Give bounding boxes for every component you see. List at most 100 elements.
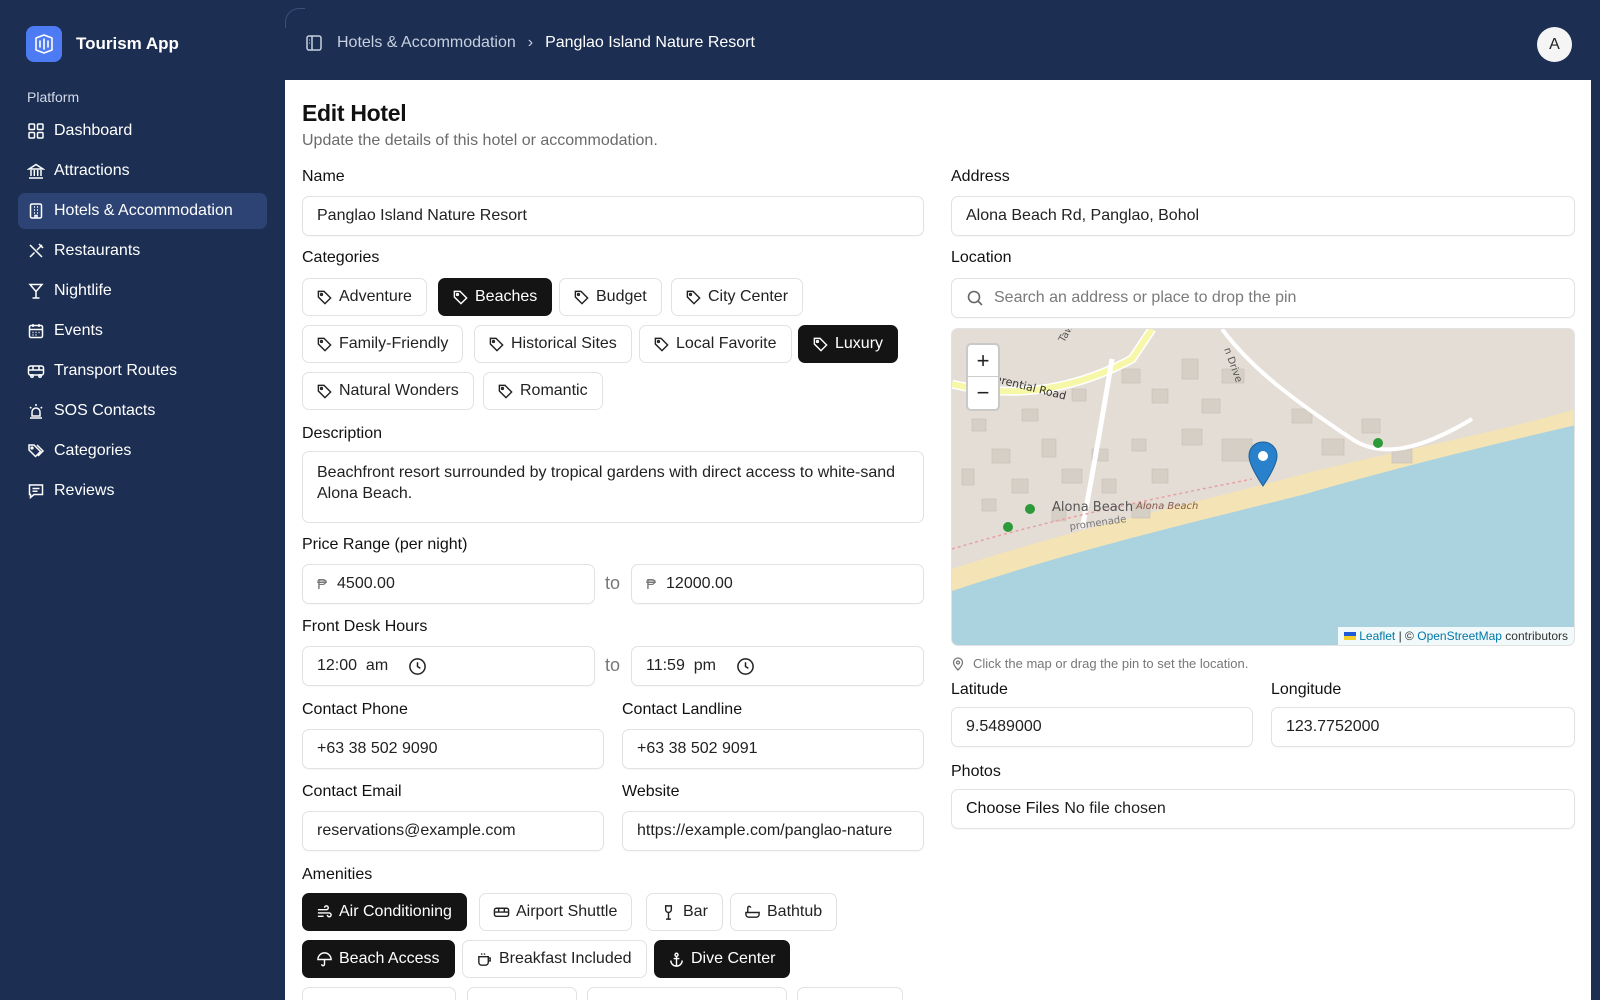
category-chip-family-friendly[interactable]: Family-Friendly — [302, 325, 464, 363]
choose-files-button[interactable]: Choose Files — [966, 800, 1059, 818]
latitude-input[interactable]: 9.5489000 — [951, 707, 1253, 747]
sidebar-item-label: Hotels & Accommodation — [54, 202, 233, 219]
category-chip-historical-sites[interactable]: Historical Sites — [474, 325, 632, 363]
sidebar-nav: Dashboard Attractions Hotels & Accommoda… — [18, 113, 267, 513]
wine-icon — [664, 904, 673, 920]
sidebar-item-label: Restaurants — [54, 242, 141, 259]
price-min-input[interactable]: ₱ 4500.00 — [302, 564, 595, 604]
location-map[interactable]: Alona Beach Alona Beach promenade Ferfer… — [951, 328, 1575, 646]
amenity-chip-bathtub[interactable]: Bathtub — [730, 893, 838, 931]
zoom-in-button[interactable]: + — [968, 345, 998, 377]
landline-label: Contact Landline — [622, 701, 743, 718]
map-zoom-controls: + − — [966, 343, 1000, 411]
sidebar-item-transport[interactable]: Transport Routes — [18, 353, 267, 389]
tag-icon — [317, 290, 332, 305]
sidebar-item-categories[interactable]: Categories — [18, 433, 267, 469]
tag-icon — [317, 337, 332, 352]
wind-icon — [317, 904, 332, 917]
category-chip-beaches[interactable]: Beaches — [438, 278, 553, 316]
sidebar-item-dashboard[interactable]: Dashboard — [18, 113, 267, 149]
search-icon — [967, 290, 983, 306]
map-label-place-2: Alona Beach — [1135, 501, 1198, 512]
landline-input[interactable]: +63 38 502 9091 — [622, 729, 924, 769]
tag-icon — [453, 290, 468, 305]
name-input[interactable]: Panglao Island Nature Resort — [302, 196, 924, 236]
amenity-chip-bar[interactable]: Bar — [646, 893, 723, 931]
sidebar-item-label: SOS Contacts — [54, 402, 156, 419]
amenity-chip-partial[interactable] — [797, 987, 903, 1000]
tags-icon — [28, 444, 45, 458]
breadcrumb-current: Panglao Island Nature Resort — [545, 34, 755, 51]
sidebar-item-sos[interactable]: SOS Contacts — [18, 393, 267, 429]
map-pin-icon[interactable] — [1248, 441, 1278, 487]
website-input[interactable]: https://example.com/panglao-nature — [622, 811, 924, 851]
sidebar-item-restaurants[interactable]: Restaurants — [18, 233, 267, 269]
attribution-suffix: contributors — [1505, 629, 1568, 643]
sidebar-item-hotels[interactable]: Hotels & Accommodation — [18, 193, 267, 229]
leaflet-link[interactable]: Leaflet — [1359, 629, 1395, 643]
photos-file-input[interactable]: Choose Files No file chosen — [951, 789, 1575, 829]
osm-link[interactable]: OpenStreetMap — [1417, 629, 1502, 643]
sidebar-toggle-icon[interactable] — [305, 34, 323, 52]
map-label-place: Alona Beach — [1052, 500, 1133, 515]
description-label: Description — [302, 425, 383, 442]
category-chip-natural-wonders[interactable]: Natural Wonders — [302, 372, 474, 410]
location-label: Location — [951, 249, 1012, 266]
amenity-chip-partial[interactable] — [467, 987, 577, 1000]
price-min-value: 4500.00 — [337, 575, 395, 592]
amenity-chip-dive-center[interactable]: Dive Center — [654, 940, 791, 978]
sidebar-item-reviews[interactable]: Reviews — [18, 473, 267, 509]
clock-icon[interactable] — [736, 657, 755, 676]
longitude-input[interactable]: 123.7752000 — [1271, 707, 1575, 747]
latitude-label: Latitude — [951, 681, 1008, 698]
dashboard-icon — [28, 123, 44, 139]
chip-label: Bathtub — [767, 903, 823, 920]
category-chip-luxury[interactable]: Luxury — [798, 325, 899, 363]
zoom-out-button[interactable]: − — [968, 377, 998, 409]
breadcrumb-parent[interactable]: Hotels & Accommodation — [337, 34, 516, 52]
amenity-chip-airport-shuttle[interactable]: Airport Shuttle — [479, 893, 633, 931]
app-logo-icon — [26, 26, 62, 62]
category-chip-adventure[interactable]: Adventure — [302, 278, 427, 316]
clock-icon[interactable] — [408, 657, 427, 676]
attribution-separator: | © — [1398, 629, 1414, 643]
sidebar-item-attractions[interactable]: Attractions — [18, 153, 267, 189]
hours-to-label: to — [605, 655, 621, 675]
avatar[interactable]: A — [1537, 27, 1572, 62]
address-input[interactable]: Alona Beach Rd, Panglao, Bohol — [951, 196, 1575, 236]
chip-label: Historical Sites — [511, 335, 617, 352]
sidebar-item-nightlife[interactable]: Nightlife — [18, 273, 267, 309]
open-time-input[interactable]: 12:00 am — [302, 646, 595, 686]
chip-label: Airport Shuttle — [516, 903, 618, 920]
nav-group-label: Platform — [27, 89, 80, 105]
photos-label: Photos — [951, 763, 1001, 780]
map-hint: Click the map or drag the pin to set the… — [951, 656, 1248, 671]
amenity-chip-partial[interactable] — [587, 987, 787, 1000]
category-chip-budget[interactable]: Budget — [559, 278, 662, 316]
peso-icon: ₱ — [317, 575, 328, 593]
price-max-input[interactable]: ₱ 12000.00 — [631, 564, 924, 604]
main-panel: Edit Hotel Update the details of this ho… — [285, 80, 1591, 1000]
category-chip-romantic[interactable]: Romantic — [483, 372, 603, 410]
amenity-chip-beach-access[interactable]: Beach Access — [302, 940, 455, 978]
category-chip-city-center[interactable]: City Center — [671, 278, 804, 316]
price-label: Price Range (per night) — [302, 536, 468, 553]
category-chip-local-favorite[interactable]: Local Favorite — [639, 325, 792, 363]
bath-icon — [745, 905, 760, 918]
description-textarea[interactable]: Beachfront resort surrounded by tropical… — [302, 451, 924, 523]
tag-icon — [574, 290, 589, 305]
close-time-input[interactable]: 11:59 pm — [631, 646, 924, 686]
landmark-icon — [27, 163, 45, 179]
phone-input[interactable]: +63 38 502 9090 — [302, 729, 604, 769]
amenity-chip-partial[interactable] — [302, 987, 456, 1000]
amenity-chip-breakfast-included[interactable]: Breakfast Included — [462, 940, 647, 978]
chip-label: City Center — [708, 288, 789, 305]
breadcrumb: Hotels & Accommodation › Panglao Island … — [305, 34, 755, 52]
phone-label: Contact Phone — [302, 701, 408, 718]
brand[interactable]: Tourism App — [26, 26, 179, 62]
amenity-chip-air-conditioning[interactable]: Air Conditioning — [302, 893, 467, 931]
tag-icon — [686, 290, 701, 305]
location-search-input[interactable]: Search an address or place to drop the p… — [951, 278, 1575, 318]
sidebar-item-events[interactable]: Events — [18, 313, 267, 349]
email-input[interactable]: reservations@example.com — [302, 811, 604, 851]
